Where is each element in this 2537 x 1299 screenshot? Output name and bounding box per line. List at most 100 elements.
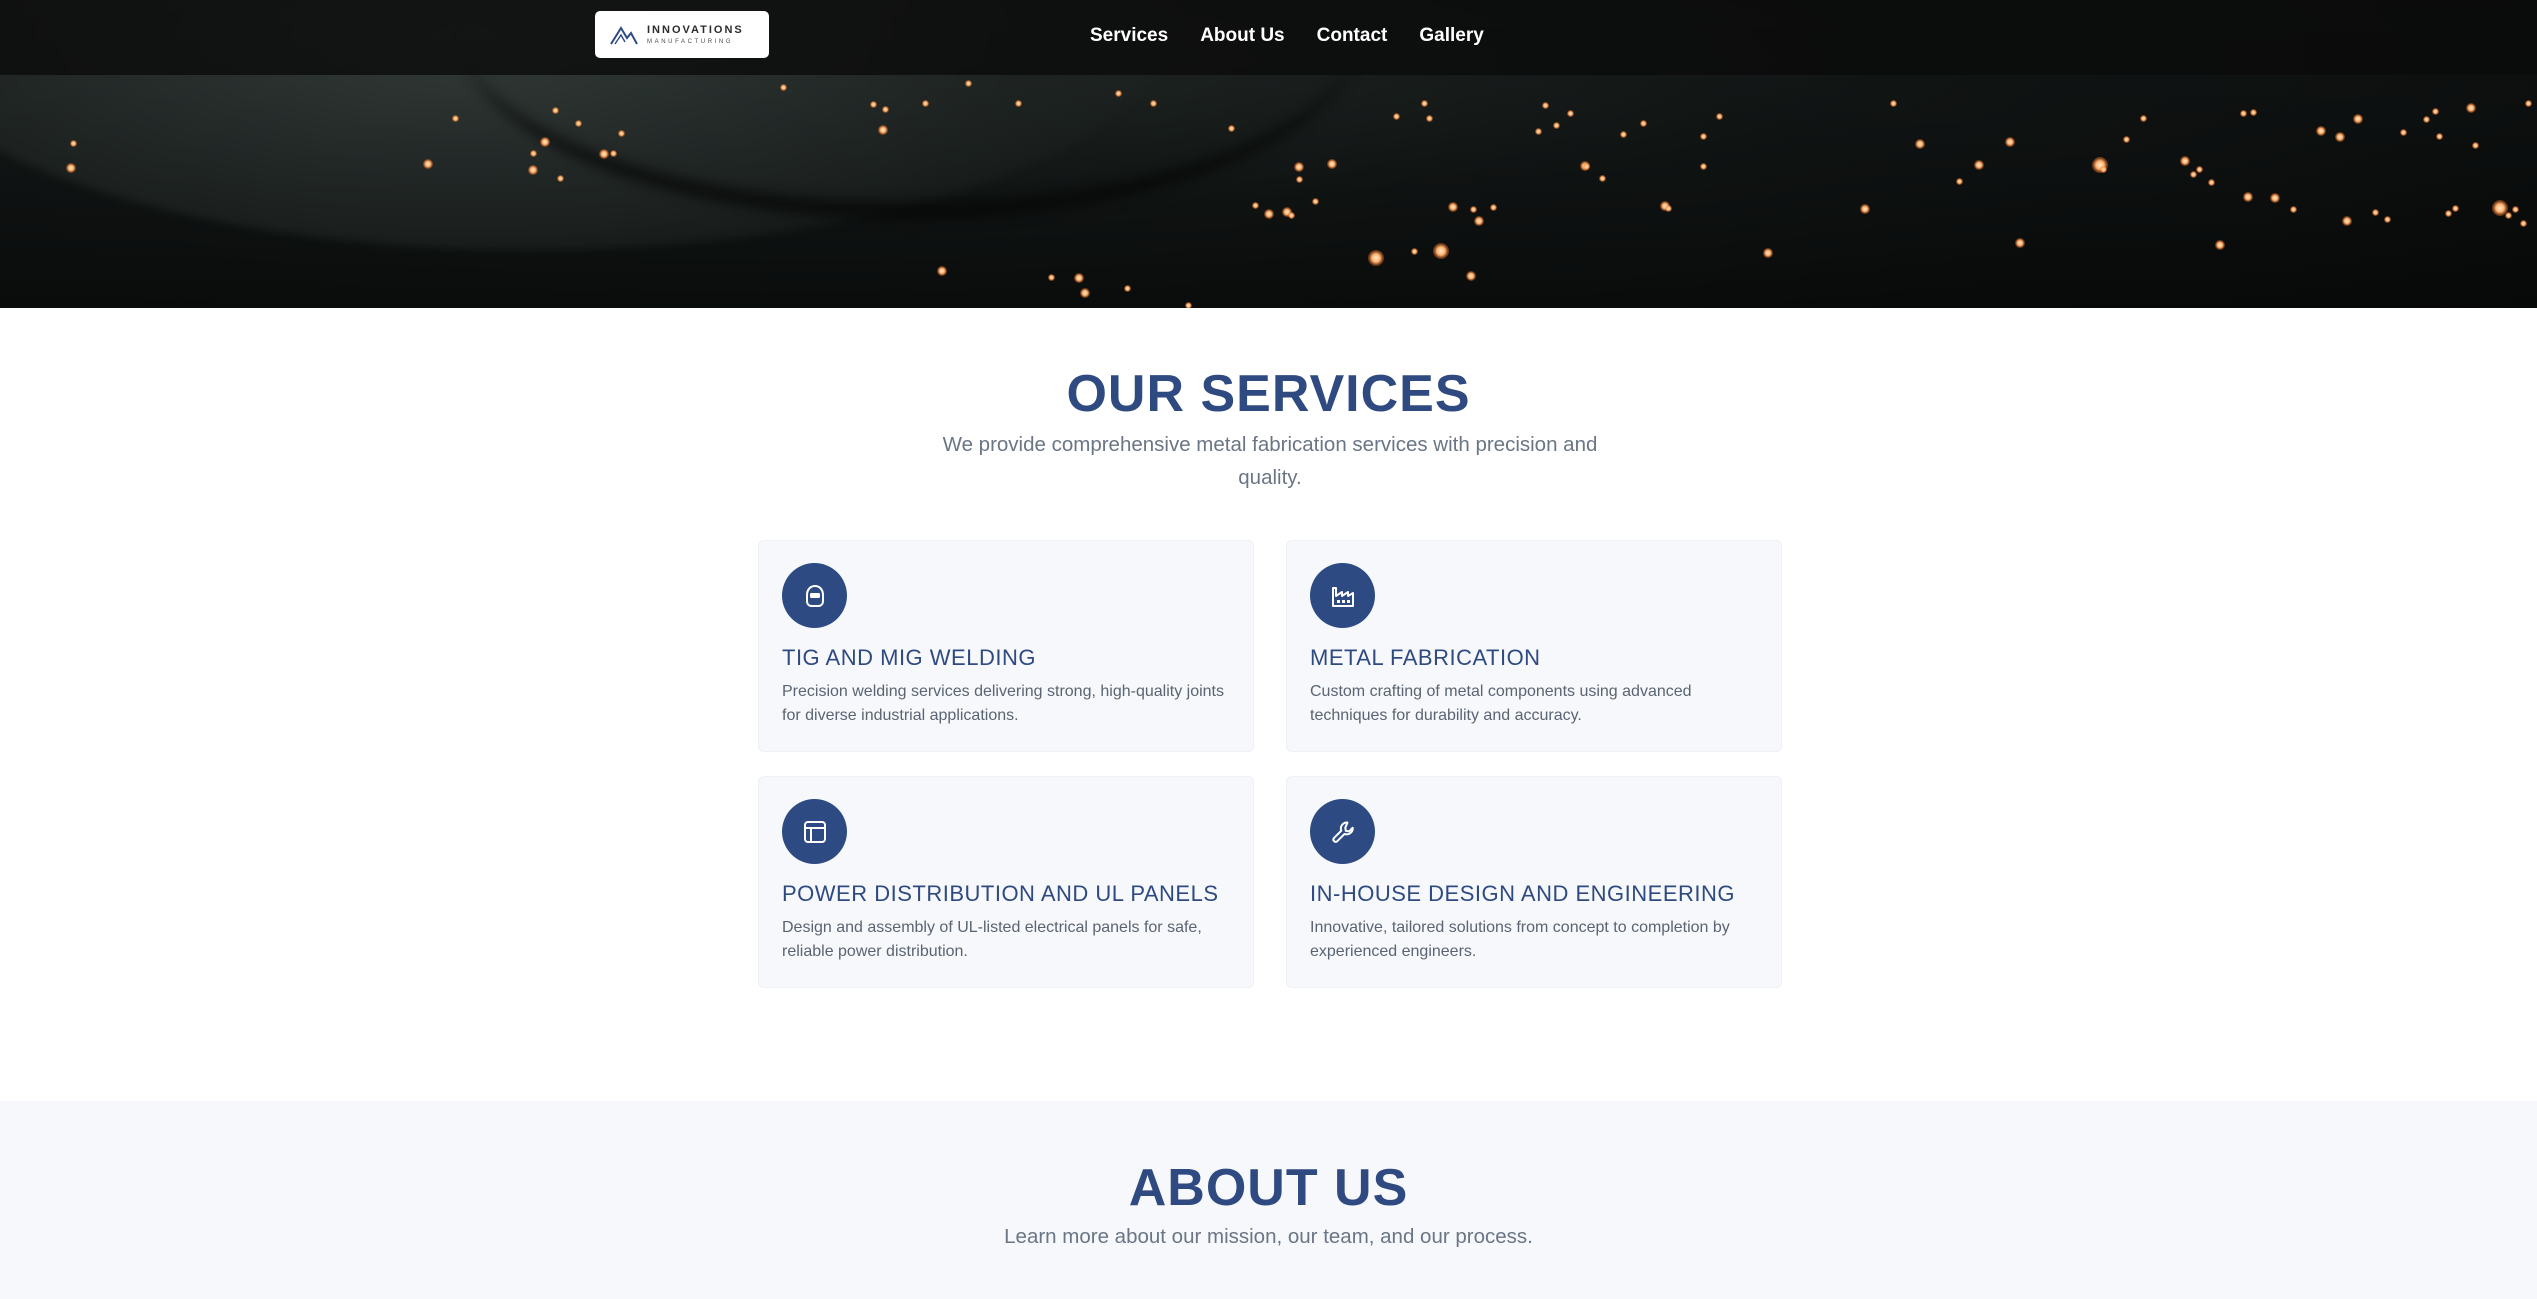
service-card-welding: TIG AND MIG WELDING Precision welding se…	[758, 540, 1254, 752]
spark	[2520, 220, 2527, 227]
logo-mountain-icon	[610, 25, 638, 45]
spark	[599, 149, 609, 159]
nav-link-gallery[interactable]: Gallery	[1419, 25, 1483, 47]
service-card-power-distribution: POWER DISTRIBUTION AND UL PANELS Design …	[758, 776, 1254, 988]
spark	[1915, 139, 1925, 149]
spark	[557, 175, 564, 182]
spark	[2015, 238, 2025, 248]
spark	[1368, 250, 1384, 266]
spark	[2196, 166, 2203, 173]
spark	[2140, 115, 2147, 122]
services-subtitle: We provide comprehensive metal fabricati…	[942, 433, 1598, 489]
spark	[1288, 212, 1295, 219]
spark	[1185, 302, 1192, 308]
spark	[528, 165, 538, 175]
wrench-icon	[1331, 820, 1354, 843]
spark	[1115, 90, 1122, 97]
spark	[1490, 204, 1497, 211]
spark	[2372, 209, 2379, 216]
spark	[2432, 108, 2439, 115]
spark	[1567, 110, 1574, 117]
service-title: IN-HOUSE DESIGN AND ENGINEERING	[1310, 881, 1736, 906]
spark	[2250, 109, 2257, 116]
spark	[2243, 192, 2253, 202]
spark	[2512, 206, 2519, 213]
spark	[618, 130, 625, 137]
spark	[2505, 212, 2512, 219]
spark	[870, 101, 877, 108]
nav-link-about-us[interactable]: About Us	[1200, 25, 1284, 47]
spark	[1327, 159, 1337, 169]
spark	[1583, 163, 1590, 170]
spark	[2472, 142, 2479, 149]
spark	[2208, 179, 2215, 186]
spark	[1700, 133, 1707, 140]
service-description: Innovative, tailored solutions from conc…	[1310, 919, 1730, 960]
spark	[423, 159, 433, 169]
spark	[2100, 166, 2107, 173]
about-heading: ABOUT US	[1128, 1159, 1409, 1217]
spark	[1228, 125, 1235, 132]
spark	[1124, 285, 1131, 292]
spark	[1433, 243, 1449, 259]
spark	[2215, 240, 2225, 250]
spark	[1956, 178, 1963, 185]
spark	[2452, 205, 2459, 212]
spark	[1252, 202, 1259, 209]
spark	[1974, 160, 1984, 170]
spark	[1890, 100, 1897, 107]
logo-name: INNOVATIONS	[647, 23, 744, 36]
nav-link-services[interactable]: Services	[1090, 25, 1168, 47]
spark	[66, 163, 76, 173]
spark	[1448, 202, 1458, 212]
spark	[2270, 193, 2280, 203]
spark	[1048, 274, 1055, 281]
spark	[540, 137, 550, 147]
service-title: METAL FABRICATION	[1310, 645, 1541, 670]
service-description: Precision welding services delivering st…	[782, 683, 1224, 724]
main-nav: Services About Us Contact Gallery	[1090, 0, 1516, 72]
nav-link-contact[interactable]: Contact	[1317, 25, 1388, 47]
spark	[1015, 100, 1022, 107]
panel-layout-icon	[803, 820, 826, 843]
spark	[2436, 133, 2443, 140]
spark	[2423, 116, 2430, 123]
spark	[878, 125, 888, 135]
spark	[2316, 126, 2326, 136]
spark	[1542, 102, 1549, 109]
spark	[2525, 100, 2532, 107]
spark	[965, 80, 972, 87]
spark	[2290, 206, 2297, 213]
spark	[1074, 273, 1084, 283]
spark	[1393, 113, 1400, 120]
spark	[2445, 210, 2452, 217]
spark	[2335, 132, 2345, 142]
spark	[575, 120, 582, 127]
spark	[1296, 176, 1303, 183]
services-heading: OUR SERVICES	[1066, 365, 1471, 423]
spark	[1763, 248, 1773, 258]
spark	[1599, 175, 1606, 182]
service-title: TIG AND MIG WELDING	[782, 645, 1036, 670]
spark	[1421, 100, 1428, 107]
spark	[1150, 100, 1157, 107]
spark	[1640, 120, 1647, 127]
spark	[1620, 131, 1627, 138]
spark	[1466, 271, 1476, 281]
about-subtitle: Learn more about our mission, our team, …	[1004, 1225, 1533, 1248]
logo[interactable]: INNOVATIONS MANUFACTURING	[595, 11, 769, 58]
spark	[1535, 128, 1542, 135]
spark	[2466, 103, 2476, 113]
service-icon-circle	[782, 563, 847, 628]
factory-icon	[1331, 586, 1354, 607]
spark	[882, 106, 889, 113]
service-icon-circle	[1310, 563, 1375, 628]
service-description: Design and assembly of UL-listed electri…	[782, 919, 1202, 960]
about-section: ABOUT US Learn more about our mission, o…	[0, 1101, 2537, 1299]
spark	[1426, 115, 1433, 122]
spark	[2240, 110, 2247, 117]
spark	[2190, 171, 2197, 178]
spark	[2400, 129, 2407, 136]
service-description: Custom crafting of metal components usin…	[1310, 683, 1692, 724]
spark	[937, 266, 947, 276]
